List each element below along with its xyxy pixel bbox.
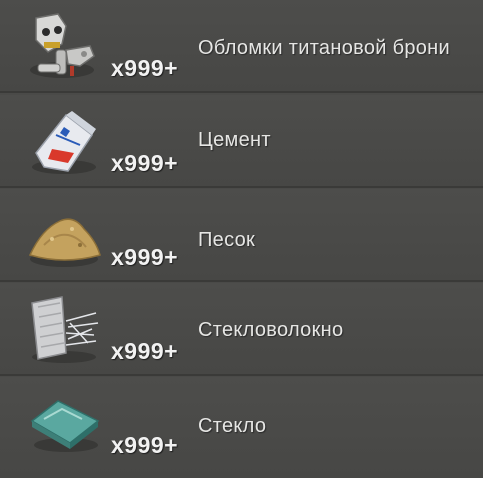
sand-pile-icon: [22, 199, 104, 273]
cement-bag-icon: [22, 105, 104, 179]
list-item-glass[interactable]: x999+ Стекло: [0, 377, 483, 478]
item-name: Цемент: [198, 129, 271, 151]
item-name: Обломки титановой брони: [198, 37, 450, 59]
fiberglass-icon: [22, 293, 104, 367]
item-name: Песок: [198, 229, 256, 251]
item-quantity: x999+: [111, 150, 179, 176]
inventory-list: x999+ Обломки титановой брони x999+ Цеме…: [0, 0, 483, 478]
list-item-sand[interactable]: x999+ Песок: [0, 189, 483, 282]
item-quantity: x999+: [111, 55, 179, 81]
glass-icon: [22, 387, 104, 461]
list-item-fiberglass[interactable]: x999+ Стекловолокно: [0, 283, 483, 376]
item-quantity: x999+: [111, 432, 179, 458]
list-item-cement[interactable]: x999+ Цемент: [0, 95, 483, 188]
item-name: Стекло: [198, 415, 267, 437]
item-name: Стекловолокно: [198, 319, 344, 341]
titanium-armor-fragments-icon: [22, 10, 104, 84]
list-item-titanium-armor[interactable]: x999+ Обломки титановой брони: [0, 0, 483, 93]
item-quantity: x999+: [111, 244, 179, 270]
item-quantity: x999+: [111, 338, 179, 364]
